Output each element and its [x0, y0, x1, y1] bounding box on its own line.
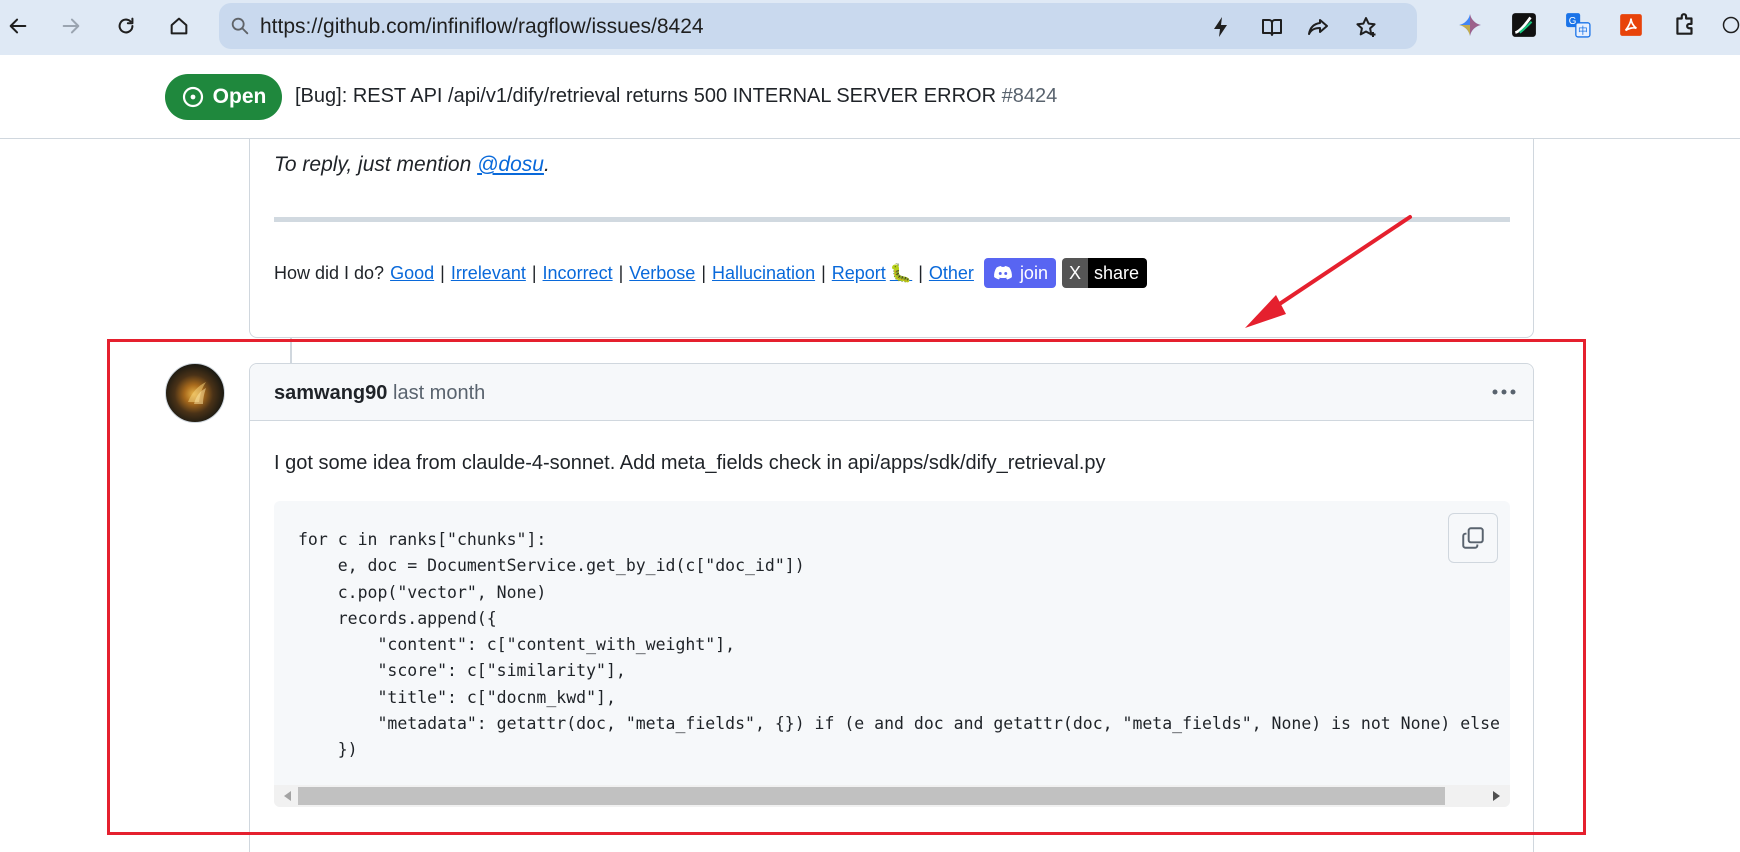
lightning-icon[interactable]: [1209, 15, 1233, 39]
issue-number: #8424: [1001, 85, 1058, 107]
separator: |: [618, 262, 624, 283]
separator: |: [531, 262, 537, 283]
feedback-irrelevant-link[interactable]: Irrelevant: [451, 263, 526, 284]
home-icon[interactable]: [161, 8, 197, 44]
pdf-icon[interactable]: [1618, 12, 1644, 38]
feedback-good-link[interactable]: Good: [390, 263, 434, 284]
share-icon[interactable]: [1306, 15, 1330, 39]
separator: |: [821, 262, 826, 283]
forward-icon[interactable]: [53, 8, 89, 44]
extensions-puzzle-icon[interactable]: [1672, 12, 1698, 38]
feedback-incorrect-link[interactable]: Incorrect: [543, 263, 613, 284]
x-logo-icon: X: [1061, 258, 1088, 288]
feedback-prompt: How did I do?: [274, 262, 385, 283]
separator: |: [701, 262, 707, 283]
reply-hint-period: .: [543, 153, 550, 176]
feedback-row: How did I do? Good | Irrelevant | Incorr…: [274, 257, 1147, 289]
issue-title-text: [Bug]: REST API /api/v1/dify/retrieval r…: [295, 85, 997, 107]
issue-state-label: Open: [212, 85, 267, 108]
browser-toolbar: https://github.com/infiniflow/ragflow/is…: [0, 0, 1740, 55]
discord-icon: [993, 266, 1012, 280]
feedback-verbose-link[interactable]: Verbose: [629, 263, 695, 284]
issue-sticky-header: Open [Bug]: REST API /api/v1/dify/retrie…: [0, 55, 1740, 139]
profile-icon[interactable]: [1722, 12, 1740, 38]
discord-join-badge[interactable]: join: [983, 258, 1056, 288]
reply-hint: To reply, just mention @dosu.: [274, 153, 550, 177]
ai-sparkle-icon[interactable]: [1457, 12, 1483, 38]
dosu-mention-link[interactable]: @dosu: [477, 153, 544, 176]
reload-icon[interactable]: [108, 8, 144, 44]
address-bar[interactable]: https://github.com/infiniflow/ragflow/is…: [219, 3, 1417, 49]
feedback-report-link[interactable]: Report 🐛: [832, 263, 912, 284]
feedback-other-link[interactable]: Other: [929, 263, 974, 284]
translate-icon[interactable]: G中: [1565, 12, 1591, 38]
issue-opened-icon: [182, 86, 203, 108]
reply-hint-text: To reply, just mention: [274, 153, 478, 176]
reader-mode-icon[interactable]: [1260, 15, 1284, 39]
bug-icon: 🐛: [889, 262, 913, 283]
feedback-report-label: Report: [831, 262, 886, 283]
separator: |: [918, 262, 923, 283]
x-share-label: share: [1087, 258, 1147, 288]
x-share-badge[interactable]: X share: [1061, 258, 1147, 288]
annotation-highlight-rectangle: [107, 339, 1586, 835]
issue-title[interactable]: [Bug]: REST API /api/v1/dify/retrieval r…: [295, 85, 1057, 108]
pen-extension-icon[interactable]: [1511, 12, 1537, 38]
back-icon[interactable]: [0, 8, 36, 44]
svg-text:中: 中: [1578, 24, 1588, 37]
issue-state-badge: Open: [165, 74, 282, 120]
bookmark-star-icon[interactable]: [1354, 15, 1378, 39]
discord-join-label: join: [1019, 262, 1048, 283]
separator: |: [440, 262, 445, 283]
search-icon: [231, 17, 249, 35]
feedback-hallucination-link[interactable]: Hallucination: [712, 263, 815, 284]
url-text[interactable]: https://github.com/infiniflow/ragflow/is…: [260, 15, 704, 39]
annotation-arrow-icon: [1245, 215, 1412, 328]
